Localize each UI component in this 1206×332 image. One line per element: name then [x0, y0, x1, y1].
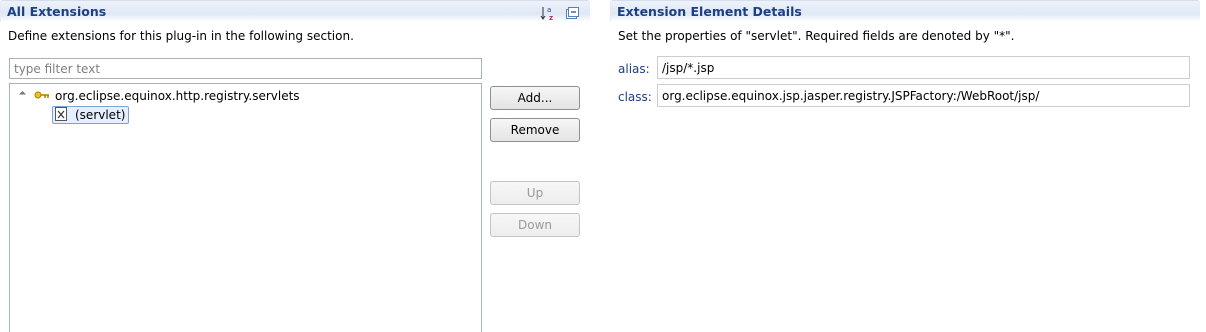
- tree-item-extension[interactable]: org.eclipse.equinox.http.registry.servle…: [18, 87, 300, 105]
- extension-label: org.eclipse.equinox.http.registry.servle…: [55, 89, 300, 103]
- extension-plug-icon: [34, 89, 50, 103]
- tree-item-servlet[interactable]: (servlet): [52, 106, 130, 124]
- svg-text:z: z: [549, 14, 553, 21]
- element-details-header: Extension Element Details: [610, 0, 1200, 22]
- class-field[interactable]: [657, 84, 1190, 107]
- element-label: (servlet): [75, 108, 126, 122]
- extension-element-details-section: Extension Element Details Set the proper…: [610, 0, 1200, 332]
- all-extensions-description: Define extensions for this plug-in in th…: [8, 29, 354, 43]
- sort-alphabetical-icon[interactable]: a z: [540, 5, 556, 21]
- header-toolbar: a z: [540, 5, 580, 21]
- down-button[interactable]: Down: [490, 213, 580, 237]
- filter-input[interactable]: [9, 58, 482, 79]
- selected-element[interactable]: (servlet): [52, 106, 130, 124]
- remove-button[interactable]: Remove: [490, 118, 580, 142]
- alias-label[interactable]: alias:: [618, 62, 650, 76]
- up-button[interactable]: Up: [490, 181, 580, 205]
- svg-text:a: a: [547, 6, 551, 14]
- extensions-tree[interactable]: org.eclipse.equinox.http.registry.servle…: [9, 83, 482, 332]
- alias-field[interactable]: [657, 56, 1190, 79]
- element-file-icon: [55, 106, 67, 124]
- all-extensions-header: All Extensions a z: [0, 0, 590, 22]
- element-details-title: Extension Element Details: [617, 4, 802, 19]
- class-label[interactable]: class:: [618, 90, 652, 104]
- expand-twisty-icon[interactable]: [18, 91, 28, 101]
- add-button[interactable]: Add...: [490, 86, 580, 110]
- element-details-description: Set the properties of "servlet". Require…: [618, 29, 1015, 43]
- all-extensions-title: All Extensions: [7, 4, 107, 19]
- collapse-all-icon[interactable]: [564, 5, 580, 21]
- all-extensions-section: All Extensions a z Define extensions for…: [0, 0, 590, 332]
